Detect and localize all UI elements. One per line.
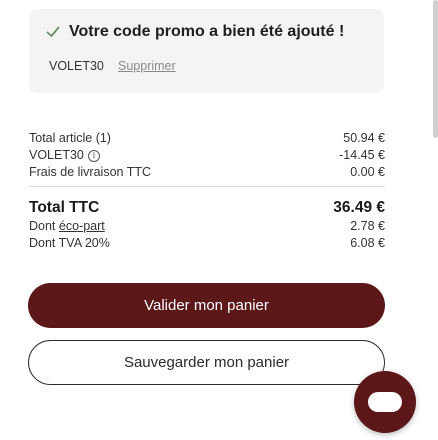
vat-value: 6.08 € bbox=[350, 236, 385, 250]
promo-code-label: VOLET30 bbox=[49, 59, 104, 73]
discount-code: VOLET30 bbox=[29, 148, 84, 162]
shipping-row: Frais de livraison TTC 0.00 € bbox=[29, 165, 385, 181]
chat-icon bbox=[368, 392, 402, 412]
total-label: Total TTC bbox=[29, 199, 100, 216]
save-cart-button[interactable]: Sauvegarder mon panier bbox=[28, 340, 385, 385]
vat-row: Dont TVA 20% 6.08 € bbox=[29, 236, 385, 252]
eco-part-prefix: Dont bbox=[29, 219, 56, 233]
items-total-label: Total article (1) bbox=[29, 131, 111, 145]
items-total-value: 50.94 € bbox=[343, 131, 385, 145]
scrollbar[interactable] bbox=[433, 0, 438, 138]
promo-confirmation-box: Votre code promo a bien été ajouté ! VOL… bbox=[29, 9, 384, 93]
total-row: Total TTC 36.49 € bbox=[29, 199, 385, 219]
check-icon bbox=[46, 26, 60, 37]
validate-cart-button[interactable]: Valider mon panier bbox=[28, 283, 385, 328]
total-value: 36.49 € bbox=[333, 199, 385, 216]
shipping-value: 0.00 € bbox=[350, 165, 385, 179]
discount-row: VOLET30 i -14.45 € bbox=[29, 148, 385, 164]
items-total-row: Total article (1) 50.94 € bbox=[29, 131, 385, 147]
eco-part-value: 2.78 € bbox=[350, 219, 385, 233]
remove-promo-link[interactable]: Supprimer bbox=[118, 59, 176, 73]
vat-label: Dont TVA 20% bbox=[29, 236, 110, 250]
chat-button[interactable] bbox=[354, 371, 416, 433]
shipping-label: Frais de livraison TTC bbox=[29, 165, 152, 179]
discount-value: -14.45 € bbox=[339, 148, 385, 162]
divider bbox=[29, 186, 385, 187]
promo-success-message: Votre code promo a bien été ajouté ! bbox=[69, 23, 345, 40]
eco-part-label: Dont éco-part bbox=[29, 219, 105, 233]
eco-part-row: Dont éco-part 2.78 € bbox=[29, 219, 385, 235]
discount-label: VOLET30 i bbox=[29, 148, 100, 162]
eco-part-link[interactable]: éco-part bbox=[59, 219, 105, 233]
info-icon[interactable]: i bbox=[87, 150, 100, 162]
